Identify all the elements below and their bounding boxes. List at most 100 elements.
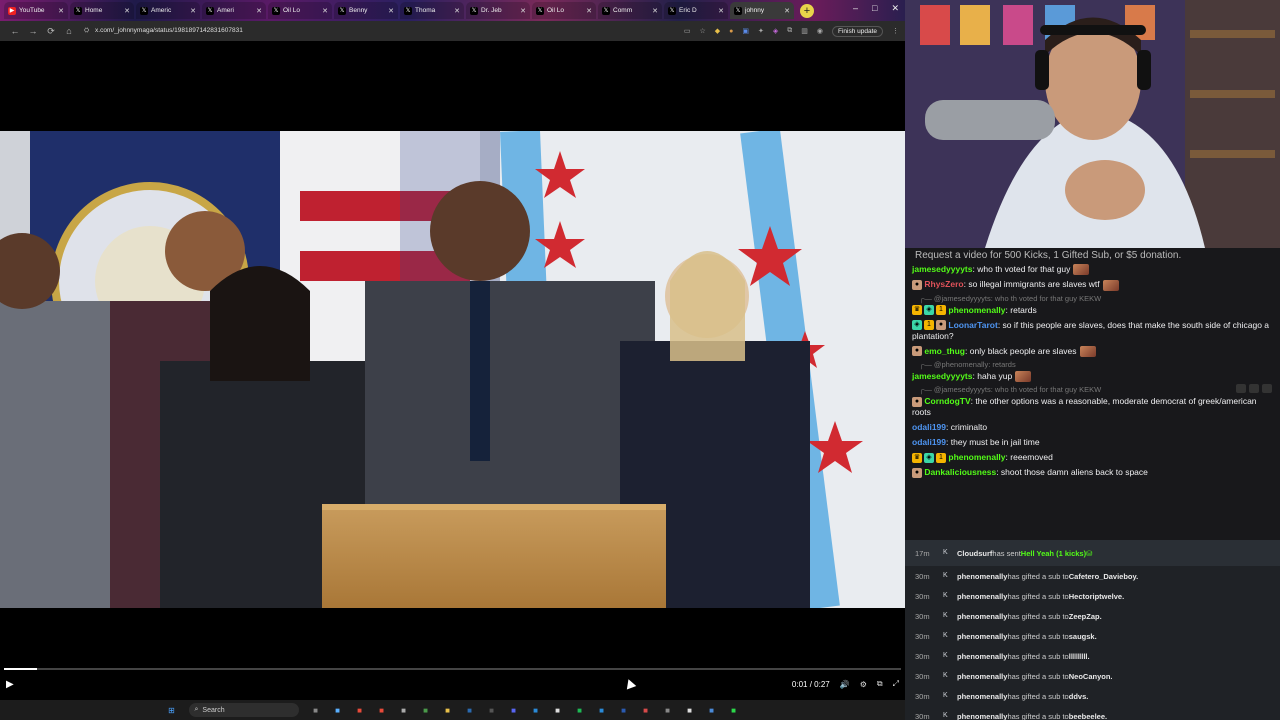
browser-tab[interactable]: 𝕏 Comm ✕ [598, 2, 662, 19]
pip-icon[interactable]: ⧉ [877, 679, 883, 689]
file-explorer-icon[interactable]: ■ [442, 704, 454, 716]
browser-tab[interactable]: 𝕏 Thoma ✕ [400, 2, 464, 19]
site-info-icon[interactable]: ⛭ [84, 27, 89, 34]
chat-username[interactable]: jamesedyyyyts [912, 371, 973, 381]
event-user[interactable]: phenomenally [957, 612, 1007, 621]
taskbar-search[interactable]: ⌕ Search [188, 703, 299, 717]
tab-close-icon[interactable]: ✕ [322, 7, 328, 15]
event-target[interactable]: ddvs. [1069, 692, 1089, 701]
event-user[interactable]: phenomenally [957, 632, 1007, 641]
vscode-icon[interactable]: ■ [596, 704, 608, 716]
event-user[interactable]: phenomenally [957, 592, 1007, 601]
tab-close-icon[interactable]: ✕ [58, 7, 64, 15]
edge-icon[interactable]: ■ [530, 704, 542, 716]
event-target[interactable]: lllllllll. [1069, 652, 1090, 661]
browser-tab[interactable]: 𝕏 Benny ✕ [334, 2, 398, 19]
back-button[interactable]: ← [6, 26, 24, 36]
browser-tab[interactable]: 𝕏 Dr. Jeb ✕ [466, 2, 530, 19]
tab-close-icon[interactable]: ✕ [586, 7, 592, 15]
xbox-icon[interactable]: ■ [420, 704, 432, 716]
snipping-icon[interactable]: ■ [662, 704, 674, 716]
chat-username[interactable]: emo_thug [924, 346, 965, 356]
word-icon[interactable]: ■ [618, 704, 630, 716]
tab-close-icon[interactable]: ✕ [520, 7, 526, 15]
video-frame[interactable] [0, 131, 905, 608]
chrome-icon[interactable]: ■ [354, 704, 366, 716]
chat-username[interactable]: Dankaliciousness [924, 467, 996, 477]
new-tab-button[interactable]: + [800, 3, 814, 18]
tab-close-icon[interactable]: ✕ [454, 7, 460, 15]
browser-tab[interactable]: ▶ YouTube ✕ [4, 2, 68, 19]
video-progress-bar[interactable] [4, 668, 901, 670]
notion-icon[interactable]: ■ [552, 704, 564, 716]
reply-icon[interactable] [1249, 384, 1259, 393]
spotify-icon[interactable]: ■ [574, 704, 586, 716]
chat-username[interactable]: jamesedyyyyts [912, 264, 973, 274]
obs-icon[interactable]: ■ [486, 704, 498, 716]
event-user[interactable]: phenomenally [957, 652, 1007, 661]
tab-close-icon[interactable]: ✕ [718, 7, 724, 15]
chat-username[interactable]: phenomenally [948, 452, 1005, 462]
fullscreen-icon[interactable]: ⤢ [893, 679, 899, 689]
tab-close-icon[interactable]: ✕ [256, 7, 262, 15]
discord-icon[interactable]: ■ [508, 704, 520, 716]
chat-username[interactable]: LoonarTarot [948, 320, 997, 330]
more-icon[interactable] [1262, 384, 1272, 393]
cast-icon[interactable]: ▭ [684, 27, 691, 35]
browser-tab[interactable]: 𝕏johnny ✕ [730, 2, 794, 19]
tab-close-icon[interactable]: ✕ [652, 7, 658, 15]
profile-icon[interactable]: ◉ [817, 27, 823, 35]
event-target[interactable]: beebeelee. [1069, 712, 1107, 720]
extension-icon[interactable]: ✦ [758, 27, 764, 35]
menu-icon[interactable]: ⋮ [892, 27, 899, 35]
extensions-puzzle-icon[interactable]: ⧉ [787, 27, 792, 35]
event-user[interactable]: phenomenally [957, 572, 1007, 581]
chat-username[interactable]: odali199 [912, 422, 946, 432]
chat-username[interactable]: CorndogTV [924, 396, 970, 406]
close-window-button[interactable]: ✕ [891, 3, 899, 14]
extension-icon[interactable]: ◈ [773, 27, 778, 35]
event-user[interactable]: phenomenally [957, 712, 1007, 720]
video-player[interactable]: ▶ 0:01 / 0:27 🔊 ⚙ ⧉ ⤢ [0, 41, 905, 700]
chrome-alt-icon[interactable]: ■ [376, 704, 388, 716]
windows-icon[interactable]: ⊞ [166, 704, 178, 716]
event-target[interactable]: Hectoriptwelve. [1069, 592, 1124, 601]
reply-context[interactable]: ┌— @jamesedyyyyts: who th voted for that… [905, 384, 1280, 394]
forward-button[interactable]: → [24, 26, 42, 36]
event-user[interactable]: phenomenally [957, 672, 1007, 681]
bookmark-star-icon[interactable]: ☆ [699, 27, 705, 35]
photos-icon[interactable]: ■ [706, 704, 718, 716]
play-button[interactable]: ▶ [6, 679, 14, 690]
tab-close-icon[interactable]: ✕ [784, 7, 790, 15]
chat-username[interactable]: odali199 [912, 437, 946, 447]
event-user[interactable]: Cloudsurf [957, 549, 992, 558]
event-target[interactable]: saugsk. [1069, 632, 1097, 641]
maximize-button[interactable]: □ [872, 3, 877, 14]
reply-context[interactable]: ┌— @jamesedyyyyts: who th voted for that… [905, 293, 1280, 303]
tab-close-icon[interactable]: ✕ [388, 7, 394, 15]
browser-tab[interactable]: 𝕏 Oil Lo ✕ [532, 2, 596, 19]
media-icon[interactable]: ■ [398, 704, 410, 716]
event-target[interactable]: Hell Yeah (1 kicks) [1021, 549, 1086, 558]
copilot-icon[interactable]: ■ [332, 704, 344, 716]
pin-icon[interactable] [1236, 384, 1246, 393]
event-target[interactable]: ZeepZap. [1069, 612, 1102, 621]
sidebar-icon[interactable]: ▥ [801, 27, 808, 35]
reply-context[interactable]: ┌— @phenomenally: retards [905, 359, 1280, 369]
home-button[interactable]: ⌂ [60, 26, 78, 36]
browser-tab[interactable]: 𝕏 Ameri ✕ [202, 2, 266, 19]
browser-tab[interactable]: 𝕏 Oil Lo ✕ [268, 2, 332, 19]
task-view-icon[interactable]: ■ [310, 704, 322, 716]
chat-username[interactable]: phenomenally [948, 305, 1005, 315]
extension-icon[interactable]: ● [729, 28, 733, 35]
event-user[interactable]: phenomenally [957, 692, 1007, 701]
steam-icon[interactable]: ■ [464, 704, 476, 716]
browser-tab[interactable]: 𝕏 Americ ✕ [136, 2, 200, 19]
url-field[interactable]: ⛭ x.com/_johnnymaga/status/1981897142831… [84, 27, 684, 35]
browser-tab[interactable]: 𝕏 Home ✕ [70, 2, 134, 19]
reload-button[interactable]: ⟳ [42, 26, 60, 37]
tab-close-icon[interactable]: ✕ [190, 7, 196, 15]
event-target[interactable]: NeoCanyon. [1069, 672, 1113, 681]
capcut-icon[interactable]: ■ [684, 704, 696, 716]
green-app-icon[interactable]: ■ [728, 704, 740, 716]
